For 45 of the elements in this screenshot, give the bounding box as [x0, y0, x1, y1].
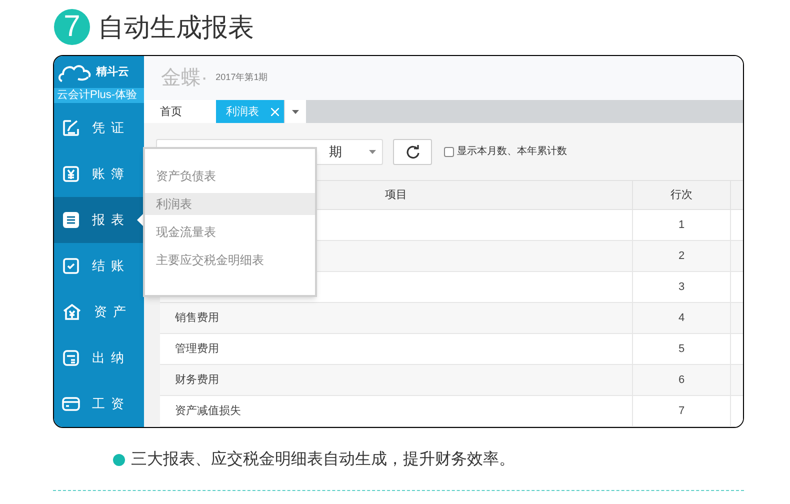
- refresh-icon: [406, 144, 420, 159]
- checkbox-label: 显示本月数、本年累计数: [457, 144, 567, 160]
- brand-name: 精斗云: [96, 64, 129, 80]
- caret-icon: [292, 110, 299, 114]
- table-cell-text: 4: [678, 310, 685, 326]
- step-number: 7: [54, 9, 90, 45]
- menu-item[interactable]: 主要应交税金明细表: [145, 249, 315, 271]
- checkbox-icon: [62, 257, 80, 275]
- refresh-button[interactable]: [393, 138, 432, 165]
- nav-item[interactable]: 工资: [54, 381, 144, 427]
- nav-item[interactable]: 报表: [54, 197, 144, 243]
- heading-title: 自动生成报表: [98, 11, 254, 44]
- menu-item[interactable]: 现金流量表: [145, 221, 315, 243]
- table-cell-text: 1: [678, 218, 685, 233]
- edition-badge: 云会计Plus-体验: [54, 88, 144, 103]
- tab[interactable]: 利润表: [216, 100, 284, 124]
- card-icon: [62, 396, 80, 412]
- nav-item[interactable]: 出纳: [54, 335, 144, 381]
- table-cell-text: 3: [678, 280, 685, 295]
- table-cell-text: 管理费用: [175, 342, 219, 357]
- house-yen-icon: [62, 303, 82, 321]
- caret-icon: [369, 150, 376, 154]
- nav-item[interactable]: 资产: [54, 289, 144, 335]
- tab-menu-button[interactable]: [284, 100, 306, 124]
- nav-item[interactable]: 结账: [54, 243, 144, 289]
- yen-icon: [62, 165, 80, 183]
- column-header: 行次: [633, 181, 731, 209]
- table-cell-text: 6: [678, 372, 685, 388]
- menu-item[interactable]: 利润表: [145, 193, 315, 215]
- table-cell-text: 7: [678, 404, 685, 419]
- list-icon: [62, 211, 80, 229]
- table-cell-text: 财务费用: [175, 372, 219, 388]
- tab[interactable]: 首页: [144, 100, 216, 124]
- table-cell-text: 2: [678, 248, 685, 264]
- period-label: 2017年第1期: [216, 71, 268, 84]
- app-logo: 金蝶·: [161, 66, 208, 92]
- checkbox[interactable]: [444, 146, 454, 157]
- nav-item[interactable]: 账簿: [54, 151, 144, 197]
- register-icon: [62, 349, 80, 367]
- table-cell-text: 5: [678, 342, 685, 357]
- nav-item[interactable]: 凭证: [54, 105, 144, 151]
- table-cell-text: 资产减值损失: [175, 404, 241, 419]
- caption: 三大报表、应交税金明细表自动生成，提升财务效率。: [131, 450, 515, 470]
- table-cell-text: 销售费用: [175, 310, 219, 326]
- pencil-note-icon: [62, 119, 80, 137]
